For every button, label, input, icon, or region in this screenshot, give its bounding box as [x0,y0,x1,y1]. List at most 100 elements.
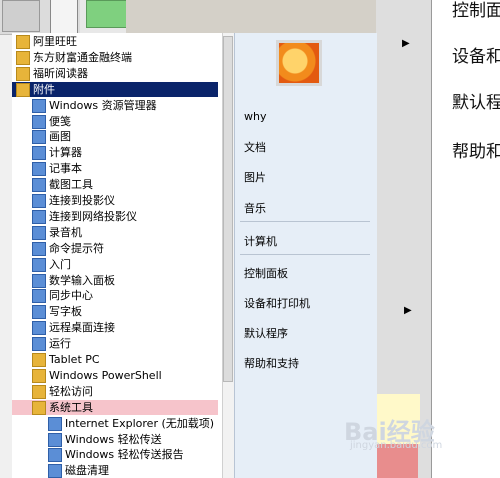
program-item[interactable]: 计算器 [12,145,218,161]
program-label: 命令提示符 [49,241,104,255]
program-label: Tablet PC [49,353,100,366]
program-item[interactable]: Windows 轻松传送报告 [12,447,218,463]
program-label: Windows 轻松传送报告 [65,448,184,462]
user-avatar[interactable] [276,40,322,86]
notepad-icon [32,162,46,177]
getting-started-icon [32,257,46,272]
run-icon [32,337,46,352]
folder-icon [16,35,30,49]
green-shape-icon[interactable] [86,0,128,28]
folder-icon [32,368,46,383]
help-support-menu-link[interactable]: 帮助和支持 [244,355,299,371]
remote-desktop-icon [32,321,46,336]
program-label: 入门 [49,257,71,271]
calculator-icon [32,146,46,161]
program-item[interactable]: 运行 [12,336,218,352]
documents-link[interactable]: 文档 [244,139,266,155]
program-folder[interactable]: 阿里旺旺 [12,34,218,49]
program-label: 记事本 [49,162,82,176]
program-label: 画图 [49,130,71,144]
program-item[interactable]: 同步中心 [12,288,218,304]
control-panel-window: 控制面 设备和 默认程 帮助和 [431,0,500,478]
all-programs-list: 阿里旺旺 东方财富通金融终端 福昕阅读器附件 Windows 资源管理器 便笺画图计算器… [12,33,235,478]
program-item[interactable]: 截图工具 [12,177,218,193]
paint-icon [32,130,46,145]
command-prompt-icon [32,241,46,256]
toolbar-tool-icon[interactable] [2,0,40,32]
program-item[interactable]: 远程桌面连接 [12,320,218,336]
program-label: Windows 轻松传送 [65,432,162,446]
program-item[interactable]: 录音机 [12,225,218,240]
internet-explorer-icon [48,416,62,431]
program-label: 写字板 [49,305,82,319]
submenu-arrow-icon: ▶ [404,305,412,316]
program-item[interactable]: 记事本 [12,161,218,177]
program-label: Windows PowerShell [49,368,162,382]
program-item[interactable]: 命令提示符 [12,241,218,256]
computer-link[interactable]: 计算机 [244,233,277,249]
program-item[interactable]: 连接到投影仪 [12,193,218,208]
devices-printers-menu-link[interactable]: 设备和打印机 [244,295,310,311]
sticky-note-icon [32,114,46,129]
background-window-edge [0,0,12,478]
program-label: Windows 资源管理器 [49,98,157,112]
program-folder[interactable]: Windows PowerShell [12,368,218,383]
submenu-arrow-icon: ▶ [402,38,410,49]
easy-transfer-reports-icon [48,448,62,463]
program-item[interactable]: 入门 [12,257,218,272]
control-panel-menu-link[interactable]: 控制面板 [244,265,288,281]
menu-separator [240,254,370,255]
program-folder[interactable]: 系统工具 [12,399,218,415]
program-item[interactable]: 数学输入面板 [12,273,218,288]
projector-icon [32,194,46,208]
program-folder[interactable]: 福昕阅读器 [12,66,218,81]
sync-center-icon [32,289,46,304]
program-label: 录音机 [49,225,82,239]
user-name-link[interactable]: why [244,110,266,123]
program-item[interactable]: 磁盘清理 [12,463,218,478]
program-folder[interactable]: 东方财富通金融终端 [12,50,218,65]
program-folder[interactable]: 轻松访问 [12,384,218,399]
program-label: 福昕阅读器 [33,66,88,80]
program-label: 远程桌面连接 [49,321,115,335]
music-link[interactable]: 音乐 [244,200,266,216]
pictures-link[interactable]: 图片 [244,169,266,185]
default-programs-menu-link[interactable]: 默认程序 [244,325,288,341]
program-label: 计算器 [49,146,82,160]
easy-transfer-icon [48,432,62,447]
program-label: 同步中心 [49,289,93,303]
default-programs-link[interactable]: 默认程 [452,88,500,113]
watermark-url: jingyan.baidu.com [350,440,443,451]
program-item[interactable]: 画图 [12,129,218,145]
help-support-link[interactable]: 帮助和 [452,137,500,162]
folder-icon [32,353,46,367]
program-folder[interactable]: Tablet PC [12,352,218,367]
program-label: 附件 [33,82,55,96]
control-panel-link[interactable]: 控制面 [452,0,500,21]
ruler-icon [50,0,78,34]
menu-separator [240,221,370,222]
program-item[interactable]: 写字板 [12,304,218,320]
scrollbar-thumb[interactable] [223,36,233,382]
folder-icon [16,50,30,65]
sound-recorder-icon [32,225,46,240]
program-label: 连接到网络投影仪 [49,209,137,223]
program-item[interactable]: 连接到网络投影仪 [12,209,218,224]
devices-printers-link[interactable]: 设备和 [452,42,500,67]
program-label: Internet Explorer (无加载项) [65,416,215,430]
program-item[interactable]: 便笺 [12,114,218,129]
snipping-tool-icon [32,178,46,193]
program-item[interactable]: Windows 轻松传送 [12,432,218,447]
program-label: 便笺 [49,114,71,128]
program-item[interactable]: Windows 资源管理器 [12,98,218,113]
program-label: 磁盘清理 [65,464,109,478]
folder-icon [16,82,30,97]
program-label: 连接到投影仪 [49,194,115,207]
program-folder[interactable]: 附件 [12,81,218,97]
math-input-icon [32,273,46,288]
folder-icon [32,384,46,399]
program-item[interactable]: Internet Explorer (无加载项) [12,416,218,431]
background-gray-bar [126,0,376,34]
program-label: 运行 [49,337,71,351]
wordpad-icon [32,305,46,320]
